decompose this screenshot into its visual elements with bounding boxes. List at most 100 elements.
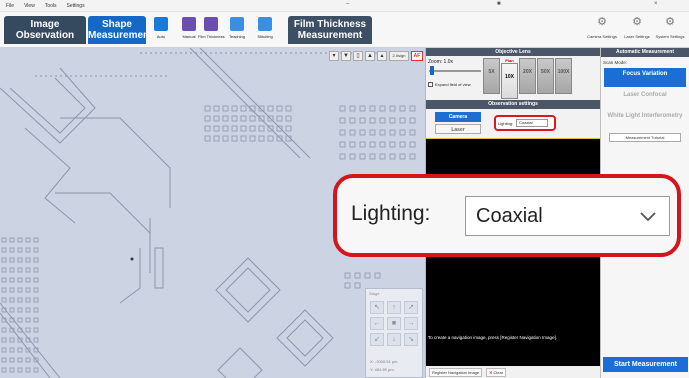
laser-settings-button[interactable]: ⚙ Laser Settings <box>619 16 655 39</box>
lens-5x-label: 5X <box>483 58 500 94</box>
laser-settings-label: Laser Settings <box>624 34 650 39</box>
toolbar-teaching-button[interactable]: Teaching <box>224 17 250 47</box>
toolbar-teaching-label: Teaching <box>228 34 245 39</box>
callout-lighting-select[interactable]: Coaxial <box>465 196 670 236</box>
viewer-mid-button[interactable]: ▯ <box>353 51 363 61</box>
clear-label: Clear <box>493 369 504 375</box>
callout-lighting-value: Coaxial <box>476 205 543 227</box>
film-icon <box>204 17 218 31</box>
main-toolbar: Image Observation Shape Measurement Auto… <box>0 12 689 48</box>
stage-x-coordinate: X: -3000.51 μm <box>370 359 398 364</box>
stage-up-right-button[interactable]: ↗ <box>404 301 418 314</box>
manual-icon <box>182 17 196 31</box>
clear-icon: ✕ <box>489 369 493 375</box>
camera-settings-icon: ⚙ <box>597 16 607 28</box>
lighting-select[interactable]: Coaxial <box>516 119 549 127</box>
lens-5x[interactable]: 5X <box>483 58 500 99</box>
laser-confocal-button[interactable]: Laser Confocal <box>604 89 686 108</box>
lens-10x[interactable]: Plan 10X <box>501 58 518 99</box>
lighting-label: Lighting: <box>498 120 514 126</box>
camera-button[interactable]: Camera <box>435 112 481 122</box>
window-minimize-icon[interactable]: – <box>346 1 349 7</box>
toolbar-stitching-button[interactable]: Stitching <box>252 17 278 47</box>
lens-20x-label: 20X <box>519 58 536 94</box>
expand-fov-checkbox[interactable]: Expand field of view <box>428 82 471 87</box>
menu-bar: File View Tools Settings – ■ × <box>0 0 689 12</box>
observation-settings-title: Observation settings <box>426 100 600 109</box>
menu-tools[interactable]: Tools <box>45 3 57 9</box>
clear-button[interactable]: ✕Clear <box>486 367 507 377</box>
measurement-tutorial-button[interactable]: Measurement Tutorial <box>609 133 681 142</box>
lens-20x[interactable]: 20X <box>519 58 536 99</box>
window-close-icon[interactable]: × <box>654 1 658 7</box>
lighting-zoom-callout: Lighting: Coaxial <box>333 174 681 257</box>
window-restore-icon[interactable]: ■ <box>497 1 501 7</box>
menu-view[interactable]: View <box>24 3 35 9</box>
lighting-setting-highlight: Lighting: Coaxial <box>494 115 556 131</box>
laser-settings-icon: ⚙ <box>632 16 642 28</box>
stage-up-left-button[interactable]: ↖ <box>370 301 384 314</box>
automatic-measurement-title: Automatic Measurement <box>601 48 689 57</box>
lens-turret: 5X Plan 10X 20X 50X 100X <box>483 58 572 99</box>
laser-button[interactable]: Laser <box>435 124 481 134</box>
stage-up-button[interactable]: ↑ <box>387 301 401 314</box>
navigation-toolbar: Register Navigation Image ✕Clear <box>426 366 600 378</box>
viewer-toolbar: ▾ ▼ ▯ ▲ ▴ 2.0sign AF <box>329 50 423 62</box>
expand-fov-label: Expand field of view <box>435 82 471 87</box>
system-settings-label: System Settings <box>655 34 685 39</box>
checkbox-icon <box>428 82 433 87</box>
zoom-label: Zoom: 1.0x <box>428 59 454 65</box>
scan-mode-label: Scan Mode: <box>603 60 628 65</box>
camera-settings-button[interactable]: ⚙ Camera Settings <box>584 16 620 39</box>
callout-lighting-label: Lighting: <box>351 202 431 225</box>
stage-down-left-button[interactable]: ↙ <box>370 333 384 346</box>
chevron-down-icon <box>640 212 656 222</box>
menu-file[interactable]: File <box>6 3 14 9</box>
tab-film-thickness[interactable]: Film Thickness Measurement <box>288 16 372 44</box>
stage-down-right-button[interactable]: ↘ <box>404 333 418 346</box>
toolbar-film-button[interactable]: Film Thickness <box>198 17 225 47</box>
stage-center-button[interactable]: ■ <box>387 317 401 330</box>
lens-50x[interactable]: 50X <box>537 58 554 99</box>
lens-10x-label: 10X <box>501 63 518 99</box>
stage-down-button[interactable]: ↓ <box>387 333 401 346</box>
navigation-hint: To create a navigation image, press [Reg… <box>428 335 558 340</box>
tab-image-observation[interactable]: Image Observation <box>4 16 86 44</box>
system-settings-icon: ⚙ <box>665 16 675 28</box>
objective-lens-panel: Zoom: 1.0x Expand field of view 5X Plan 1… <box>426 56 600 146</box>
toolbar-auto-button[interactable]: Auto <box>148 17 174 47</box>
viewer-down-button[interactable]: ▾ <box>329 51 339 61</box>
toolbar-film-label: Film Thickness <box>198 34 225 39</box>
menu-settings[interactable]: Settings <box>67 3 85 9</box>
lens-100x[interactable]: 100X <box>555 58 572 99</box>
tab-shape-measurement[interactable]: Shape Measurement <box>88 16 152 44</box>
viewer-top-button[interactable]: ▴ <box>377 51 387 61</box>
lens-50x-label: 50X <box>537 58 554 94</box>
zoom-slider[interactable] <box>429 70 481 72</box>
stage-title: Stage <box>369 291 380 296</box>
stage-left-button[interactable]: ← <box>370 317 384 330</box>
white-light-interferometry-button[interactable]: White Light Interferometry <box>604 110 686 129</box>
auto-icon <box>154 17 168 31</box>
start-measurement-button[interactable]: Start Measurement <box>603 357 688 372</box>
stage-control-panel: Stage ↖ ↑ ↗ ← ■ → ↙ ↓ ↘ X: -3000.51 μm Y… <box>365 288 423 378</box>
viewer-up-button[interactable]: ▲ <box>365 51 375 61</box>
stage-arrow-grid: ↖ ↑ ↗ ← ■ → ↙ ↓ ↘ <box>370 301 418 346</box>
autofocus-button[interactable]: AF <box>411 51 423 61</box>
stitching-icon <box>258 17 272 31</box>
teaching-icon <box>230 17 244 31</box>
toolbar-stitching-label: Stitching <box>257 34 273 39</box>
viewer-zoom-button[interactable]: 2.0sign <box>389 51 409 61</box>
toolbar-auto-label: Auto <box>156 34 166 39</box>
camera-settings-label: Camera Settings <box>587 34 617 39</box>
objective-lens-title: Objective Lens <box>426 48 600 56</box>
observation-source-group: Camera Laser <box>435 112 481 136</box>
system-settings-button[interactable]: ⚙ System Settings <box>652 16 688 39</box>
lens-100x-label: 100X <box>555 58 572 94</box>
zoom-slider-handle[interactable] <box>430 66 434 75</box>
focus-variation-button[interactable]: Focus Variation <box>604 68 686 87</box>
register-navigation-button[interactable]: Register Navigation Image <box>429 367 483 377</box>
stage-right-button[interactable]: → <box>404 317 418 330</box>
viewer-bottom-button[interactable]: ▼ <box>341 51 351 61</box>
stage-y-coordinate: Y: 484.69 μm <box>370 367 394 372</box>
